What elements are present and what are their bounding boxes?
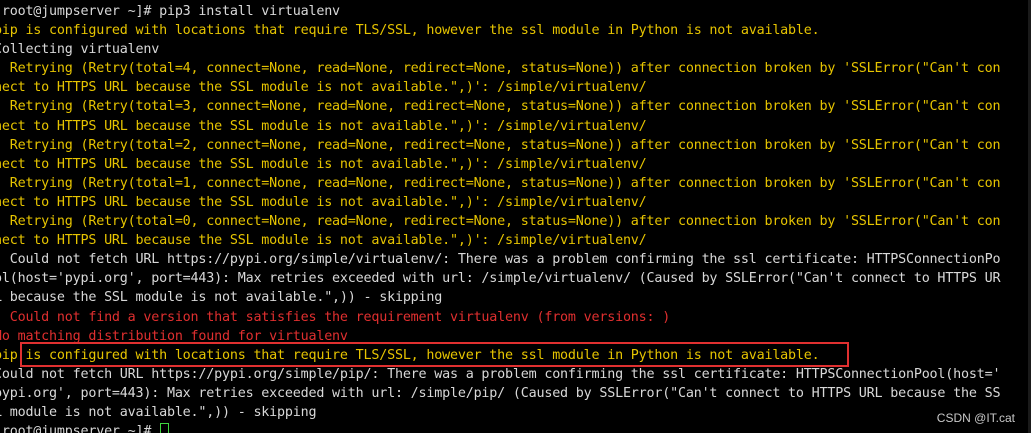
terminal-line-text: nect to HTTPS URL because the SSL module… bbox=[0, 156, 647, 172]
terminal-line: Could not fetch URL https://pypi.org/sim… bbox=[0, 250, 1001, 269]
terminal-line: nect to HTTPS URL because the SSL module… bbox=[0, 155, 1000, 174]
terminal-line-text: Collecting virtualenv bbox=[0, 42, 160, 58]
terminal-line: nect to HTTPS URL because the SSL module… bbox=[0, 193, 1000, 212]
terminal-line-text: Retrying (Retry(total=2, connect=None, r… bbox=[0, 137, 1001, 153]
terminal-line-text: [root@jumpserver ~]# bbox=[0, 424, 160, 433]
terminal-line-text: ol(host='pypi.org', port=443): Max retri… bbox=[0, 271, 1001, 287]
terminal-line-text: Could not fetch URL https://pypi.org/sim… bbox=[0, 252, 1001, 268]
terminal-line: [root@jumpserver ~]# pip3 install virtua… bbox=[0, 2, 1000, 21]
terminal-line-text: L because the SSL module is not availabl… bbox=[0, 290, 443, 306]
terminal-cursor[interactable] bbox=[160, 423, 170, 433]
terminal-prompt-line: [root@jumpserver ~]# bbox=[0, 422, 1000, 433]
watermark: CSDN @IT.cat bbox=[936, 411, 1015, 425]
terminal-line-text: Could not fetch URL https://pypi.org/sim… bbox=[0, 366, 1001, 382]
terminal-line: Could not fetch URL https://pypi.org/sim… bbox=[0, 365, 1001, 384]
terminal-line: pip is configured with locations that re… bbox=[0, 21, 1000, 40]
terminal-line-text: Retrying (Retry(total=3, connect=None, r… bbox=[0, 99, 1001, 115]
terminal-line-text: pip is configured with locations that re… bbox=[0, 347, 820, 363]
terminal-line: nect to HTTPS URL because the SSL module… bbox=[0, 231, 1000, 250]
terminal-line: pypi.org', port=443): Max retries exceed… bbox=[0, 384, 1001, 403]
terminal-line: nect to HTTPS URL because the SSL module… bbox=[0, 78, 1000, 97]
terminal-line-text: [root@jumpserver ~]# pip3 install virtua… bbox=[0, 4, 340, 19]
terminal-line: Retrying (Retry(total=0, connect=None, r… bbox=[0, 212, 1001, 231]
terminal-line-text: nect to HTTPS URL because the SSL module… bbox=[0, 80, 647, 96]
terminal-line-text: nect to HTTPS URL because the SSL module… bbox=[0, 233, 647, 249]
terminal-line: L module is not available.",)) - skippin… bbox=[0, 403, 1000, 422]
terminal-window[interactable]: [root@jumpserver ~]# pip3 install virtua… bbox=[0, 0, 1031, 433]
terminal-line: Could not find a version that satisfies … bbox=[0, 308, 1000, 327]
terminal-line-text: Retrying (Retry(total=1, connect=None, r… bbox=[0, 175, 1001, 191]
terminal-line: No matching distribution found for virtu… bbox=[0, 327, 1000, 346]
terminal-line: L because the SSL module is not availabl… bbox=[0, 288, 1000, 307]
terminal-line: Collecting virtualenv bbox=[0, 40, 1000, 59]
terminal-line-text: No matching distribution found for virtu… bbox=[0, 328, 348, 344]
terminal-line-text: Retrying (Retry(total=4, connect=None, r… bbox=[0, 61, 1001, 77]
terminal-line: nect to HTTPS URL because the SSL module… bbox=[0, 117, 1000, 136]
terminal-line: Retrying (Retry(total=3, connect=None, r… bbox=[0, 97, 1001, 116]
terminal-line: pip is configured with locations that re… bbox=[0, 346, 1000, 365]
terminal-line-text: Retrying (Retry(total=0, connect=None, r… bbox=[0, 214, 1001, 230]
terminal-output: [root@jumpserver ~]# pip3 install virtua… bbox=[0, 2, 1001, 433]
terminal-line: Retrying (Retry(total=2, connect=None, r… bbox=[0, 136, 1001, 155]
terminal-line-text: nect to HTTPS URL because the SSL module… bbox=[0, 194, 647, 210]
terminal-line: Retrying (Retry(total=4, connect=None, r… bbox=[0, 59, 1001, 78]
terminal-line-text: nect to HTTPS URL because the SSL module… bbox=[0, 118, 647, 134]
terminal-line-text: Could not find a version that satisfies … bbox=[0, 309, 671, 325]
terminal-line: Retrying (Retry(total=1, connect=None, r… bbox=[0, 174, 1001, 193]
terminal-line-text: pypi.org', port=443): Max retries exceed… bbox=[0, 385, 1001, 401]
terminal-line-text: pip is configured with locations that re… bbox=[0, 23, 820, 39]
terminal-line: ol(host='pypi.org', port=443): Max retri… bbox=[0, 269, 1001, 288]
terminal-line-text: L module is not available.",)) - skippin… bbox=[0, 404, 317, 420]
